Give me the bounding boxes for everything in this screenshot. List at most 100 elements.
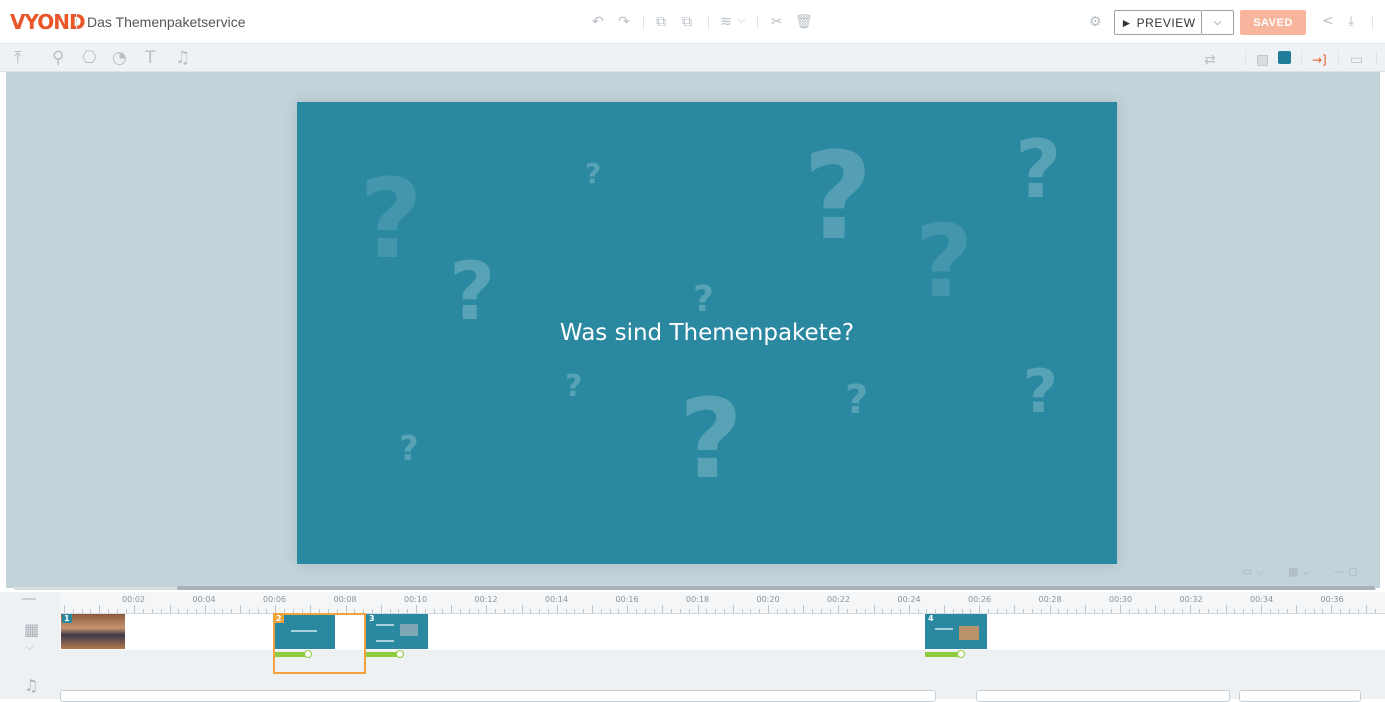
timeline-handle[interactable] bbox=[22, 598, 36, 600]
charts-icon[interactable]: ◔ bbox=[112, 49, 127, 67]
ruler-tick bbox=[477, 609, 479, 613]
scene-thumbnail[interactable]: 4 bbox=[925, 614, 987, 649]
ruler-tick bbox=[240, 605, 241, 613]
ruler-tick bbox=[671, 609, 673, 613]
magic-icon[interactable]: ✂ bbox=[771, 14, 783, 30]
preview-dropdown[interactable]: ⌵ bbox=[1202, 10, 1234, 35]
undo-icon[interactable]: ↶ bbox=[592, 14, 604, 30]
props-icon[interactable]: ⎔ bbox=[82, 49, 97, 67]
layers-icon[interactable]: ≋ bbox=[720, 14, 732, 30]
scene-duration-bar[interactable] bbox=[366, 652, 400, 657]
ruler-tick bbox=[618, 609, 620, 613]
ruler-tick-label: 00:32 bbox=[1179, 595, 1203, 604]
ruler-tick bbox=[99, 605, 101, 613]
ruler-tick bbox=[1155, 605, 1157, 613]
background-icon[interactable]: ▨ bbox=[1256, 51, 1269, 69]
scene-duration-bar[interactable] bbox=[925, 652, 961, 657]
zoom-controls[interactable]: — ◻ bbox=[1334, 565, 1358, 578]
ruler-tick bbox=[944, 605, 945, 613]
ruler-tick bbox=[1102, 609, 1104, 613]
ruler-tick-label: 00:14 bbox=[545, 595, 569, 604]
camera-icon[interactable]: ▭ bbox=[1350, 51, 1363, 69]
ruler-tick bbox=[829, 609, 831, 613]
ruler-tick bbox=[196, 609, 197, 613]
upload-icon[interactable]: ⤒ bbox=[14, 49, 22, 67]
ruler-tick bbox=[64, 605, 65, 613]
ruler-tick bbox=[1040, 609, 1042, 613]
ruler-tick bbox=[1181, 609, 1183, 613]
background-color-swatch[interactable] bbox=[1278, 51, 1291, 64]
slide-canvas[interactable]: ? ? ? ? ? ? ? ? ? ? ? ? Was sind Themenp… bbox=[297, 102, 1117, 564]
slide-title[interactable]: Was sind Themenpakete? bbox=[297, 320, 1117, 346]
divider bbox=[643, 15, 644, 29]
ruler-tick bbox=[644, 609, 646, 613]
ruler-tick bbox=[636, 609, 637, 613]
saved-button[interactable]: SAVED bbox=[1240, 10, 1306, 35]
ruler-tick bbox=[609, 609, 611, 613]
ruler-tick bbox=[345, 605, 347, 613]
download-icon[interactable]: ⤓ bbox=[1348, 13, 1354, 29]
ruler-tick bbox=[917, 609, 919, 613]
swap-icon[interactable]: ⇄ bbox=[1204, 51, 1216, 69]
question-mark-decoration: ? bbox=[1023, 357, 1058, 427]
audio-icon[interactable]: ♫ bbox=[175, 49, 190, 67]
audio-clip[interactable] bbox=[976, 690, 1230, 702]
scene-thumbnail[interactable]: 1 bbox=[61, 614, 125, 649]
ruler-tick bbox=[187, 609, 189, 613]
character-icon[interactable]: ⚲ bbox=[52, 49, 64, 67]
scene-thumbnail[interactable]: 3 bbox=[366, 614, 428, 649]
ruler-tick bbox=[213, 609, 215, 613]
redo-icon[interactable]: ↷ bbox=[618, 14, 630, 30]
divider bbox=[757, 15, 758, 29]
transition-handle[interactable] bbox=[957, 650, 965, 658]
ruler-tick bbox=[231, 609, 233, 613]
enter-effect-icon[interactable]: →] bbox=[1312, 51, 1327, 69]
audio-clip[interactable] bbox=[60, 690, 936, 702]
preview-button[interactable]: ► PREVIEW bbox=[1114, 10, 1202, 35]
project-title[interactable]: Das Themenpaketservice bbox=[87, 14, 245, 30]
ruler-tick bbox=[486, 605, 488, 613]
grid-button[interactable]: ▦ ⌵ bbox=[1288, 565, 1310, 579]
ruler-tick bbox=[1269, 609, 1271, 613]
settings-icon[interactable]: ⚙ bbox=[1089, 14, 1102, 30]
scene-image-preview bbox=[959, 626, 979, 640]
ruler-tick bbox=[512, 609, 514, 613]
ruler-tick bbox=[935, 609, 937, 613]
ruler-tick bbox=[134, 605, 136, 613]
ruler-tick bbox=[521, 605, 523, 613]
ruler-tick bbox=[442, 609, 444, 613]
audio-clip[interactable] bbox=[1239, 690, 1361, 702]
text-icon[interactable]: T bbox=[145, 49, 155, 67]
ruler-tick bbox=[389, 609, 391, 613]
chevron-down-icon[interactable]: ⌵ bbox=[26, 640, 34, 656]
ruler-tick bbox=[539, 609, 541, 613]
ruler-tick bbox=[706, 609, 708, 613]
paste-icon[interactable]: ⧉ bbox=[682, 14, 692, 30]
chevron-down-icon[interactable]: ⌵ bbox=[737, 12, 745, 28]
share-icon[interactable]: < bbox=[1322, 13, 1334, 29]
scene-text-preview bbox=[935, 628, 953, 638]
ruler-tick bbox=[776, 609, 778, 613]
copy-icon[interactable]: ⧉ bbox=[656, 14, 666, 30]
screen-mode-button[interactable]: ▭ ⌵ bbox=[1242, 565, 1264, 579]
scrollbar-thumb[interactable] bbox=[177, 586, 1375, 590]
timeline-ruler[interactable]: 00:02 00:04 00:06 00:08 00:10 00:12 00:14 00:16… bbox=[60, 592, 1385, 614]
top-bar: VYOND Das Themenpaketservice ↶ ↷ ⧉ ⧉ ≋ ⌵… bbox=[0, 0, 1385, 44]
ruler-tick bbox=[160, 609, 162, 613]
ruler-tick bbox=[996, 609, 998, 613]
ruler-tick bbox=[565, 609, 567, 613]
ruler-tick bbox=[495, 609, 497, 613]
ruler-tick bbox=[178, 609, 180, 613]
question-mark-decoration: ? bbox=[1015, 123, 1062, 216]
transition-handle[interactable] bbox=[396, 650, 404, 658]
ruler-tick bbox=[433, 609, 435, 613]
ruler-tick bbox=[600, 609, 602, 613]
ruler-tick bbox=[1208, 609, 1209, 613]
ruler-tick bbox=[504, 609, 505, 613]
ruler-tick bbox=[1234, 609, 1236, 613]
delete-icon[interactable]: 🗑 bbox=[795, 14, 813, 30]
vyond-logo[interactable]: VYOND bbox=[10, 10, 86, 34]
ruler-tick bbox=[204, 605, 206, 613]
ruler-tick-label: 00:08 bbox=[333, 595, 357, 604]
ruler-tick bbox=[310, 605, 312, 613]
